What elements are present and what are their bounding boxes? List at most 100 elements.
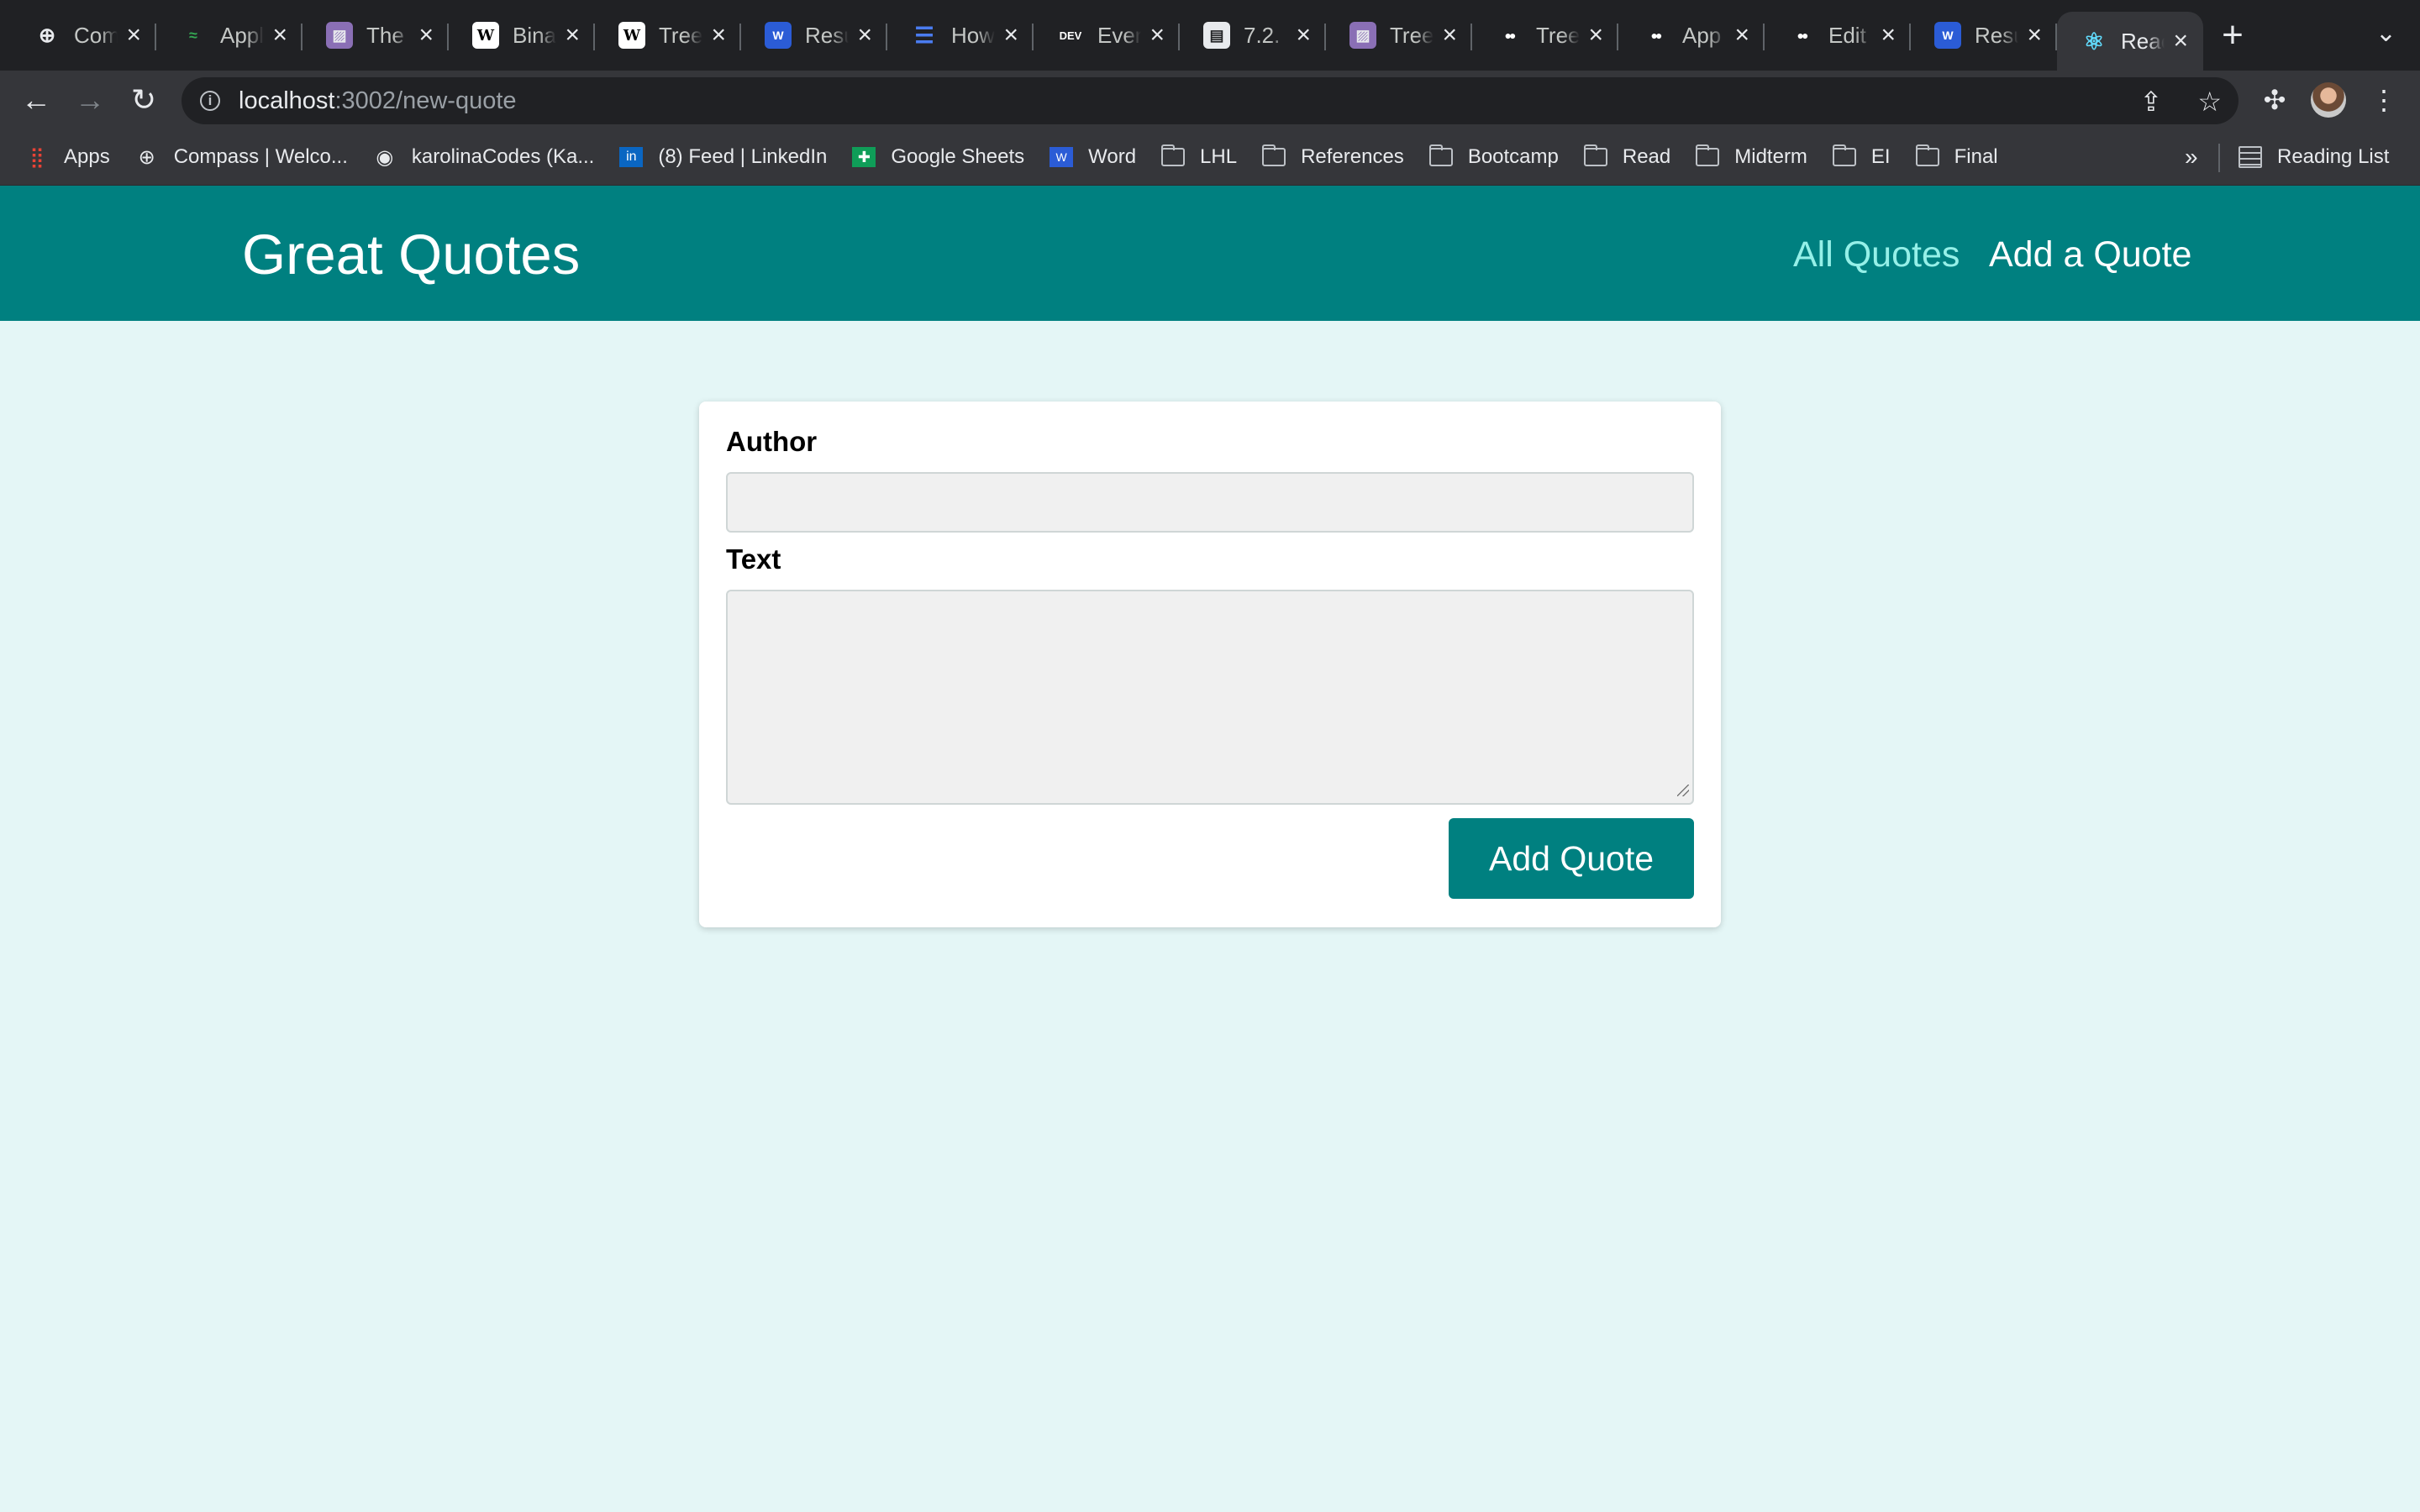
browser-tab[interactable]: ⊕ Com × <box>10 0 156 71</box>
folder-icon <box>1583 144 1607 167</box>
browser-tab[interactable]: ●● Edit × <box>1765 0 1911 71</box>
url-path: :3002/new-quote <box>334 87 517 114</box>
textarea-resize-handle[interactable] <box>1677 785 1689 796</box>
browser-tab[interactable]: ▨ The × <box>302 0 449 71</box>
bookmark-item[interactable]: Final <box>1915 144 1998 169</box>
tab-search-icon[interactable]: ⌄ <box>2375 18 2396 48</box>
bookmark-label: References <box>1301 145 1404 168</box>
browser-tab[interactable]: W Resu × <box>741 0 887 71</box>
browser-toolbar: ← → ↻ i localhost:3002/new-quote ⇪ ☆ ✣ ⋮ <box>0 71 2420 129</box>
bookmark-item[interactable]: EI <box>1832 144 1891 169</box>
browser-tab[interactable]: W Tree × <box>595 0 741 71</box>
close-icon[interactable]: × <box>1881 23 1896 48</box>
forward-arrow-icon[interactable]: → <box>69 79 111 121</box>
folder-shape <box>1832 144 1856 166</box>
bookmarks-overflow-button[interactable]: » <box>2185 129 2198 185</box>
bookmark-item[interactable]: ⣿ Apps <box>25 145 110 169</box>
close-icon[interactable]: × <box>2173 29 2188 54</box>
browser-tab[interactable]: ▨ Tree × <box>1326 0 1472 71</box>
browser-tab[interactable]: ≈ Appl × <box>156 0 302 71</box>
tab-title: Reac <box>2121 28 2165 54</box>
bookmark-item[interactable]: in (8) Feed | LinkedIn <box>619 145 827 169</box>
folder-icon <box>1428 144 1453 167</box>
folder-shape <box>1915 144 1939 166</box>
tab-title: Edit <box>1828 22 1866 48</box>
browser-tab[interactable]: ▤ 7.2. × <box>1180 0 1326 71</box>
folder-shape <box>1583 144 1607 166</box>
medium-icon: ●● <box>1504 29 1517 42</box>
browser-tab[interactable]: ⚛ Reac × <box>2057 12 2203 71</box>
tab-list: ⊕Com×≈Appl×▨The×WBina×WTree×WResu×☰How×D… <box>10 0 2203 71</box>
reading-list-icon <box>2238 146 2262 168</box>
browser-tab[interactable]: DEV Ever × <box>1034 0 1180 71</box>
close-icon[interactable]: × <box>272 23 287 48</box>
reload-icon[interactable]: ↻ <box>123 79 165 121</box>
close-icon[interactable]: × <box>1150 23 1165 48</box>
author-label: Author <box>726 426 818 457</box>
tab-title: Resu <box>805 22 849 48</box>
bookmark-item[interactable]: ◉ karolinaCodes (Ka... <box>373 145 594 169</box>
browser-tab[interactable]: W Bina × <box>449 0 595 71</box>
bookmark-label: Midterm <box>1734 145 1807 168</box>
bookmark-item[interactable]: LHL <box>1161 144 1237 169</box>
apps-grid-icon: ⣿ <box>29 145 45 169</box>
close-icon[interactable]: × <box>1588 23 1603 48</box>
browser-tab[interactable]: ☰ How × <box>887 0 1034 71</box>
bookmark-item[interactable]: ⊕ Compass | Welco... <box>135 145 348 169</box>
browser-tab[interactable]: W Resu × <box>1911 0 2057 71</box>
browser-menu-icon[interactable]: ⋮ <box>2363 79 2405 121</box>
bookmark-label: Compass | Welco... <box>173 145 348 168</box>
compass-icon: ⊕ <box>138 145 155 169</box>
bookmark-item[interactable]: References <box>1262 144 1404 169</box>
tab-strip: ⊕Com×≈Appl×▨The×WBina×WTree×WResu×☰How×D… <box>0 0 2420 71</box>
tab-title: Com <box>74 22 118 48</box>
address-bar[interactable]: i localhost:3002/new-quote ⇪ ☆ <box>182 77 2238 124</box>
browser-tab[interactable]: ●● Tree × <box>1472 0 1618 71</box>
linkedin-icon: in <box>619 147 644 167</box>
github-icon: ◉ <box>376 145 394 169</box>
close-icon[interactable]: × <box>1442 23 1457 48</box>
site-info-icon[interactable]: i <box>200 91 220 111</box>
bookmark-item[interactable]: Midterm <box>1696 144 1807 169</box>
bookmark-item[interactable]: ✚ Google Sheets <box>852 145 1024 169</box>
new-tab-button[interactable]: + <box>2203 0 2262 71</box>
tab-title: Resu <box>1975 22 2018 48</box>
image-icon: ▨ <box>1349 22 1376 49</box>
browser-tab[interactable]: ●● App × <box>1618 0 1765 71</box>
tab-title: Tree <box>1390 22 1434 48</box>
bookmark-label: Google Sheets <box>891 145 1025 168</box>
close-icon[interactable]: × <box>857 23 872 48</box>
folder-shape <box>1161 144 1186 166</box>
close-icon[interactable]: × <box>1734 23 1749 48</box>
close-icon[interactable]: × <box>126 23 141 48</box>
bookmark-item[interactable]: W Word <box>1050 145 1136 169</box>
author-input[interactable] <box>726 472 1694 533</box>
bookmark-label: Apps <box>64 145 110 168</box>
nav-add-quote-link[interactable]: Add a Quote <box>1989 234 2191 276</box>
profile-avatar[interactable] <box>2311 82 2346 118</box>
bookmark-item[interactable]: Read <box>1583 144 1670 169</box>
back-arrow-icon[interactable]: ← <box>15 79 57 121</box>
bookmark-item[interactable]: Bootcamp <box>1428 144 1559 169</box>
close-icon[interactable]: × <box>1003 23 1018 48</box>
word-icon: W <box>765 22 792 49</box>
nav-all-quotes-link[interactable]: All Quotes <box>1793 234 1960 276</box>
bookmarks-bar: ⣿ Apps ⊕ Compass | Welco... ◉ karolinaCodes (… <box>0 129 2420 186</box>
quote-text-area[interactable] <box>726 590 1694 805</box>
folder-icon <box>1696 144 1720 167</box>
tab-title: Bina <box>513 22 556 48</box>
share-icon[interactable]: ⇪ <box>2140 86 2163 118</box>
folder-shape <box>1262 144 1286 166</box>
bookmark-star-icon[interactable]: ☆ <box>2197 86 2222 118</box>
close-icon[interactable]: × <box>711 23 726 48</box>
bookmark-label: EI <box>1870 145 1891 168</box>
close-icon[interactable]: × <box>418 23 434 48</box>
word-icon: W <box>1050 147 1074 167</box>
reading-list-button[interactable]: Reading List <box>2238 129 2389 185</box>
extensions-puzzle-icon[interactable]: ✣ <box>2254 79 2296 121</box>
close-icon[interactable]: × <box>2027 23 2042 48</box>
close-icon[interactable]: × <box>1296 23 1311 48</box>
add-quote-button[interactable]: Add Quote <box>1449 818 1694 899</box>
close-icon[interactable]: × <box>565 23 580 48</box>
tab-title: The <box>366 22 404 48</box>
